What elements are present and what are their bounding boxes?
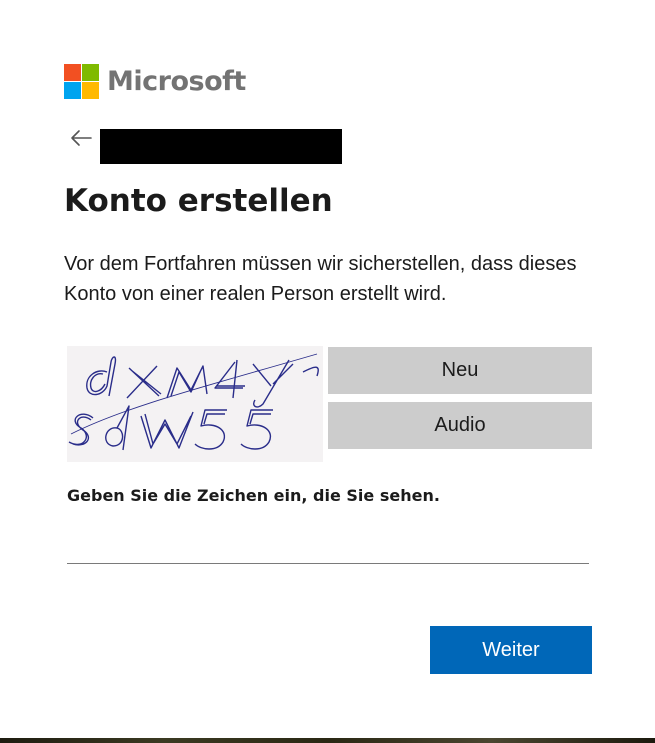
captcha-instruction: Geben Sie die Zeichen ein, die Sie sehen… bbox=[67, 486, 440, 505]
page-title: Konto erstellen bbox=[64, 183, 333, 219]
captcha-distorted-text bbox=[68, 353, 319, 451]
captcha-image bbox=[67, 346, 323, 462]
logo-square-blue bbox=[64, 82, 81, 99]
logo-square-red bbox=[64, 64, 81, 81]
account-identifier-redacted bbox=[100, 129, 342, 164]
captcha-input[interactable] bbox=[67, 528, 589, 564]
microsoft-logo: Microsoft bbox=[64, 64, 246, 99]
background-edge bbox=[0, 738, 655, 743]
back-button[interactable] bbox=[70, 129, 92, 147]
page-description: Vor dem Fortfahren müssen wir sicherstel… bbox=[64, 253, 577, 305]
signup-page: Microsoft Konto erstellen Vor dem Fortfa… bbox=[0, 0, 655, 743]
next-button[interactable]: Weiter bbox=[430, 626, 592, 674]
captcha-new-button[interactable]: Neu bbox=[328, 347, 592, 394]
brand-name: Microsoft bbox=[107, 66, 246, 97]
captcha-audio-button[interactable]: Audio bbox=[328, 402, 592, 449]
arrow-left-icon[interactable] bbox=[70, 129, 92, 147]
logo-square-green bbox=[82, 64, 99, 81]
logo-square-yellow bbox=[82, 82, 99, 99]
microsoft-logo-icon bbox=[64, 64, 99, 99]
